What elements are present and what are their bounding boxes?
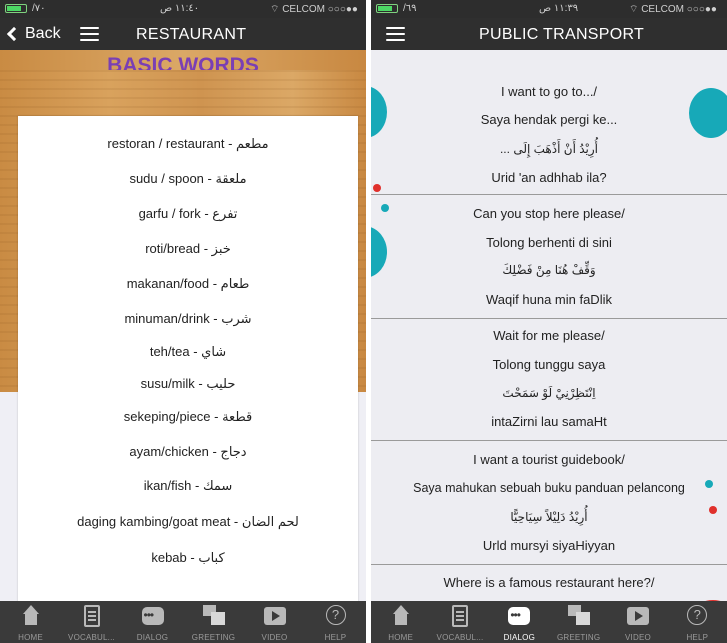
- status-network: ⌔ CELCOM ○○○●●: [629, 4, 717, 15]
- list-item[interactable]: sekeping/piece - قطعة: [18, 409, 358, 425]
- tab-bar: HOME VOCABUL... DIALOG GREETING VIDEO ?H…: [371, 601, 727, 643]
- video-icon: [626, 607, 649, 625]
- tab-home[interactable]: HOME: [371, 601, 430, 643]
- nav-bar: PUBLIC TRANSPORT: [371, 18, 727, 50]
- phrase-malay: Tolong berhenti di sini: [486, 235, 612, 250]
- phrase-malay: Saya hendak pergi ke...: [480, 112, 618, 127]
- phrase-english: Can you stop here please/: [473, 206, 625, 221]
- tab-help[interactable]: ? HELP: [305, 601, 366, 643]
- phrase-english: I want to go to.../: [500, 84, 598, 99]
- tab-vocabulary[interactable]: VOCABUL...: [430, 601, 489, 643]
- phrase-divider: [371, 440, 727, 441]
- phrase-transliteration: Waqif huna min faDlik: [486, 292, 612, 307]
- help-icon: ?: [687, 605, 708, 625]
- list-item[interactable]: teh/tea - شاي: [18, 344, 358, 360]
- list-item[interactable]: roti/bread - خبز: [18, 241, 358, 257]
- tab-bar: HOME VOCABUL... DIALOG GREETING VIDEO ?H…: [0, 601, 366, 643]
- tab-video[interactable]: VIDEO: [244, 601, 305, 643]
- list-item[interactable]: restoran / restaurant - مطعم: [18, 136, 358, 152]
- list-item[interactable]: susu/milk - حليب: [18, 376, 358, 392]
- book-icon: [83, 605, 100, 627]
- chevron-left-icon: [6, 26, 22, 42]
- tab-dialog[interactable]: DIALOG: [490, 601, 549, 643]
- status-bar: /٧٠ ١١:٤٠ ص ⌔ CELCOM ○○○●●: [0, 0, 366, 18]
- phrase-arabic: اِنْتَظِرْنِيْ لَوْ سَمَحْتَ: [502, 386, 596, 400]
- status-network: ⌔ CELCOM ○○○●●: [270, 4, 358, 15]
- phrase-malay: Tolong tunggu saya: [492, 357, 606, 372]
- word-list-card: restoran / restaurant - مطعم sudu / spoo…: [18, 116, 358, 606]
- status-carrier: /٧٠: [32, 3, 46, 14]
- restaurant-screen: /٧٠ ١١:٤٠ ص ⌔ CELCOM ○○○●● Back RESTAURA…: [0, 0, 366, 643]
- phrase-english: Where is a famous restaurant here?/: [443, 575, 655, 590]
- nav-bar: Back RESTAURANT: [0, 18, 366, 50]
- list-item[interactable]: ikan/fish - سمك: [18, 478, 358, 494]
- tab-greeting[interactable]: GREETING: [549, 601, 608, 643]
- phrase-arabic: وَقِّفْ هُنَا مِنْ فَضْلِكَ: [502, 263, 596, 277]
- list-item[interactable]: kebab - كباب: [18, 550, 358, 566]
- wifi-icon: ⌔: [629, 4, 642, 15]
- phrase-divider: [371, 194, 727, 195]
- menu-icon[interactable]: [386, 27, 405, 41]
- phrase-transliteration: Urid 'an adhhab ila?: [491, 170, 607, 185]
- battery-icon: [5, 4, 27, 13]
- page-title: PUBLIC TRANSPORT: [479, 26, 645, 43]
- book-icon: [451, 605, 468, 627]
- list-item[interactable]: minuman/drink - شرب: [18, 311, 358, 327]
- greeting-icon: [202, 605, 225, 627]
- phrase-english: I want a tourist guidebook/: [473, 452, 625, 467]
- public-transport-screen: /٦٩ ١١:٣٩ ص ⌔ CELCOM ○○○●● PUBLIC TRANSP…: [371, 0, 727, 643]
- back-label: Back: [25, 25, 61, 42]
- list-item[interactable]: daging kambing/goat meat - لحم الضان: [18, 514, 358, 530]
- chat-icon: [508, 607, 531, 625]
- wifi-icon: ⌔: [270, 4, 283, 15]
- phrase-arabic: أُرِيْدُ دَلِيْلاً سِيَاحِيًّا: [510, 510, 588, 524]
- battery-icon: [376, 4, 398, 13]
- list-item[interactable]: sudu / spoon - ملعقة: [18, 171, 358, 187]
- tab-video[interactable]: VIDEO: [608, 601, 667, 643]
- list-item[interactable]: garfu / fork - تفرع: [18, 206, 358, 222]
- phrase-transliteration: Urld mursyi siyaHiyyan: [482, 538, 616, 553]
- tab-vocabulary[interactable]: VOCABUL...: [61, 601, 122, 643]
- tab-greeting[interactable]: GREETING: [183, 601, 244, 643]
- status-time: ١١:٤٠ ص: [160, 3, 200, 14]
- tab-help[interactable]: ? HELP: [668, 601, 727, 643]
- status-carrier: /٦٩: [403, 3, 417, 14]
- page-title: RESTAURANT: [136, 26, 247, 43]
- list-item[interactable]: makanan/food - طعام: [18, 276, 358, 292]
- home-icon: [22, 605, 40, 627]
- list-item[interactable]: ayam/chicken - دجاج: [18, 444, 358, 460]
- status-bar: /٦٩ ١١:٣٩ ص ⌔ CELCOM ○○○●●: [371, 0, 727, 18]
- menu-icon[interactable]: [80, 27, 99, 41]
- greeting-icon: [567, 605, 590, 627]
- home-icon: [392, 605, 410, 627]
- phrase-divider: [371, 318, 727, 319]
- phrase-transliteration: intaZirni lau samaHt: [491, 414, 607, 429]
- tab-dialog[interactable]: DIALOG: [122, 601, 183, 643]
- tab-home[interactable]: HOME: [0, 601, 61, 643]
- phrase-english: Wait for me please/: [493, 328, 605, 343]
- chat-icon: [141, 607, 164, 625]
- back-button[interactable]: Back: [6, 25, 61, 43]
- status-time: ١١:٣٩ ص: [539, 3, 579, 14]
- phrase-arabic: ... أُرِيْدُ أَنْ أَذْهَبَ إِلَى: [499, 142, 599, 156]
- phrase-divider: [371, 564, 727, 565]
- phrase-malay: Saya mahukan sebuah buku panduan pelanco…: [413, 481, 685, 495]
- video-icon: [263, 607, 286, 625]
- help-icon: ?: [325, 605, 346, 625]
- decor-node: [373, 184, 381, 192]
